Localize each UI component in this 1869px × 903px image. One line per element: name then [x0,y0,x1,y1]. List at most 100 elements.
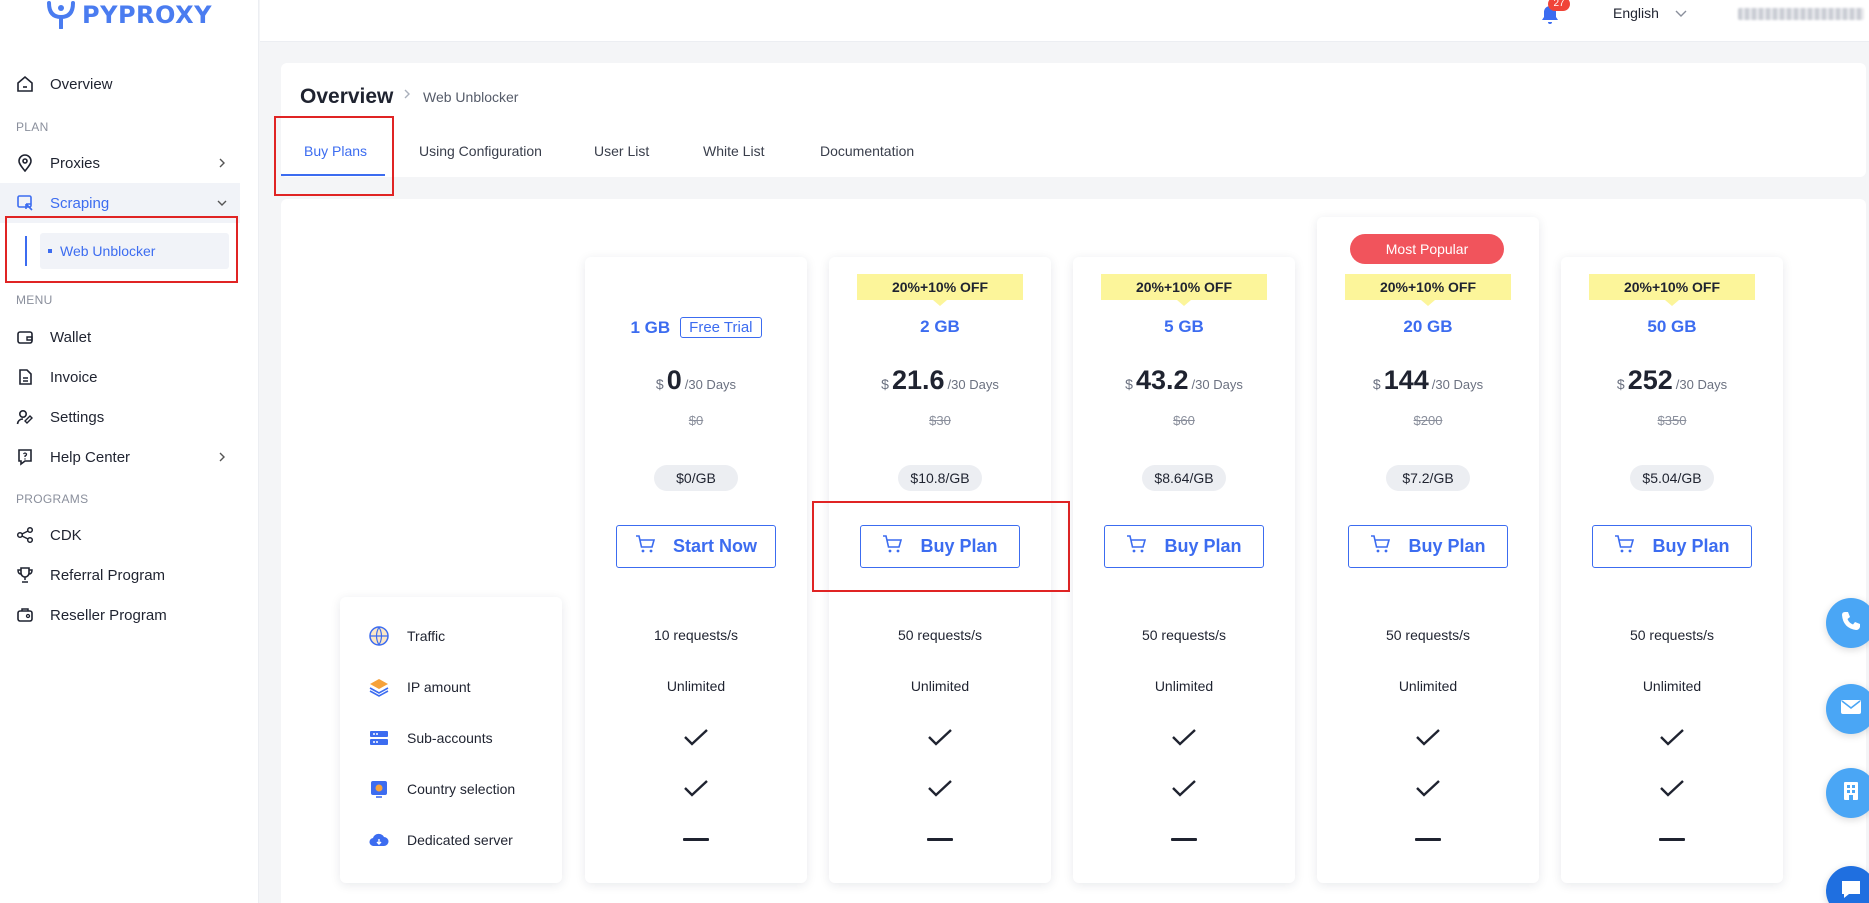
user-account-blurred[interactable] [1738,8,1864,20]
plan-price: $252/30 Days [1561,365,1783,396]
sidebar-item-label: Reseller Program [50,606,167,624]
buy-plan-button[interactable]: Buy Plan [1104,525,1264,568]
share-icon [16,526,34,544]
phone-icon [1839,609,1863,638]
cart-icon [635,534,657,559]
section-label-plan: PLAN [16,120,49,134]
check-icon [829,725,1051,749]
ip-amount-value: Unlimited [1398,678,1458,694]
plan-size: 2 GB [829,317,1051,337]
price-per-gb: $0/GB [654,465,738,491]
help-icon [16,448,34,466]
dash-icon [829,827,1051,851]
buy-plan-button[interactable]: Buy Plan [1592,525,1752,568]
currency: $ [1372,376,1381,392]
sidebar-item-overview[interactable]: Overview [0,64,240,104]
original-price: $60 [1173,413,1195,428]
price-period: /30 Days [1431,377,1484,392]
logo-text: PYPROXY [82,1,212,29]
check-icon [829,776,1051,800]
scraping-icon [16,194,34,212]
start-now-button[interactable]: Start Now [616,525,776,568]
plan-size: 1 GB Free Trial [585,317,807,338]
flag-icon [368,778,390,800]
currency: $ [1616,376,1625,392]
plan-price: $0/30 Days [585,365,807,396]
currency: $ [881,376,889,392]
feature-label: IP amount [407,679,471,695]
sidebar-item-label: Settings [50,408,105,426]
plan-card-20gb: Most Popular 20%+10% OFF 20 GB $144/30 D… [1317,217,1539,883]
check-icon [1561,725,1783,749]
price-per-gb: $7.2/GB [1386,465,1470,491]
trophy-icon [16,566,34,584]
discount-badge: 20%+10% OFF [1345,274,1511,306]
original-price: $0 [688,413,704,428]
sidebar-item-referral[interactable]: Referral Program [0,555,240,595]
buy-plan-button[interactable]: Buy Plan [1348,525,1508,568]
plan-size-label: 50 GB [1647,317,1697,336]
price-per-gb: $5.04/GB [1630,465,1714,491]
layers-icon [368,676,390,698]
price-period: /30 Days [1675,377,1728,392]
location-pin-icon [16,154,34,172]
chevron-right-icon [214,449,230,465]
check-icon [1073,776,1295,800]
plan-size-label: 2 GB [920,317,960,336]
cart-icon [1126,534,1148,559]
most-popular-badge: Most Popular [1350,234,1504,264]
building-icon [1840,779,1862,808]
ip-amount-value: Unlimited [910,678,970,694]
globe-icon [368,625,390,647]
sidebar-item-cdk[interactable]: CDK [0,515,240,555]
button-label: Buy Plan [1408,536,1486,556]
tab-user-list[interactable]: User List [594,143,649,159]
dash-icon [585,827,807,851]
ip-amount-value: Unlimited [1154,678,1214,694]
ip-amount-value: Unlimited [666,678,726,694]
sidebar-item-help-center[interactable]: Help Center [0,437,240,477]
tab-using-configuration[interactable]: Using Configuration [419,143,542,159]
button-label: Buy Plan [1652,536,1730,556]
logo[interactable]: PYPROXY [44,0,212,30]
company-contact-button[interactable] [1826,768,1869,818]
sidebar-item-reseller[interactable]: Reseller Program [0,595,240,635]
plan-price: $21.6/30 Days [829,365,1051,396]
features-card: Traffic IP amount Sub-accounts Country s… [340,597,562,883]
language-select[interactable]: English [1613,5,1687,21]
original-price: $350 [1657,413,1687,428]
check-icon [1073,725,1295,749]
section-label-menu: MENU [16,293,53,307]
wallet-icon [16,328,34,346]
sidebar-item-invoice[interactable]: Invoice [0,357,240,397]
price-amount: 21.6 [891,365,945,395]
free-trial-tag: Free Trial [680,317,762,338]
page-title[interactable]: Overview [300,85,393,109]
notification-badge: 27 [1548,0,1570,11]
cart-icon [1370,534,1392,559]
price-per-gb: $8.64/GB [1142,465,1226,491]
highlight-box [5,216,238,283]
price-period: /30 Days [947,377,999,392]
tab-documentation[interactable]: Documentation [820,143,914,159]
sidebar-item-proxies[interactable]: Proxies [0,143,240,183]
document-icon [16,368,34,386]
cart-icon [1614,534,1636,559]
sidebar-item-label: CDK [50,526,82,544]
server-rack-icon [368,727,390,749]
currency: $ [1125,376,1133,392]
sidebar-item-settings[interactable]: Settings [0,397,240,437]
sidebar-item-wallet[interactable]: Wallet [0,317,240,357]
sidebar-item-label: Proxies [50,154,101,172]
phone-contact-button[interactable] [1826,598,1869,648]
feature-country-selection: Country selection [368,778,515,800]
email-contact-button[interactable] [1826,684,1869,734]
price-amount: 43.2 [1135,365,1189,395]
discount-badge: 20%+10% OFF [1101,274,1267,306]
tab-white-list[interactable]: White List [703,143,764,159]
sidebar-item-label: Referral Program [50,566,166,584]
section-label-programs: PROGRAMS [16,492,89,506]
traffic-value: 50 requests/s [1141,627,1227,643]
breadcrumb-current: Web Unblocker [423,89,519,105]
sidebar-item-label: Help Center [50,448,131,466]
